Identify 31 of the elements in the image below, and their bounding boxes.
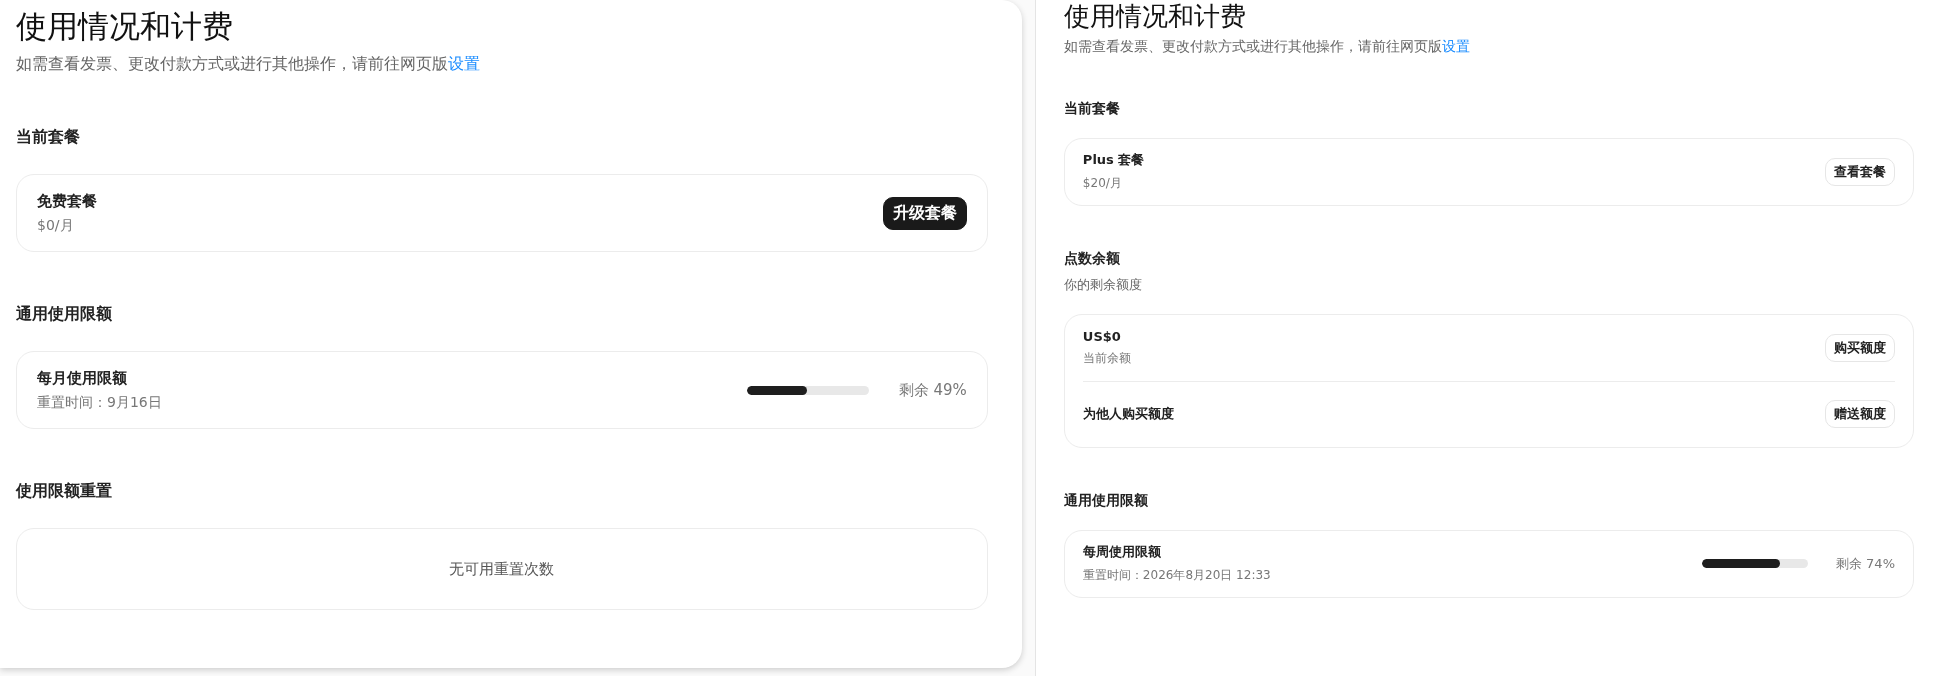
section-description: 你的剩余额度 (1063, 275, 1143, 294)
settings-link[interactable]: 设置 (1441, 37, 1470, 54)
section-heading: 当前套餐 (1063, 99, 1121, 118)
row-detail: 重置时间：2026年8月20日 12:33 (1082, 567, 1271, 585)
action-button[interactable]: 购买额度 (1825, 333, 1895, 362)
action-button[interactable]: 查看套餐 (1825, 157, 1895, 186)
action-button[interactable]: 升级套餐 (882, 196, 967, 230)
action-button[interactable]: 赠送额度 (1825, 400, 1895, 429)
row-detail: 当前余额 (1082, 349, 1131, 367)
row-title: 每周使用限额 (1082, 543, 1162, 562)
section-heading: 通用使用限额 (1063, 491, 1149, 510)
row-title: 每月使用限额 (37, 368, 128, 388)
page-title: 使用情况和计费 (16, 7, 234, 46)
row-title: 为他人购买额度 (1082, 405, 1174, 424)
row-detail: $20/月 (1082, 175, 1123, 193)
section-heading: 使用限额重置 (16, 481, 113, 503)
row-title: US$0 (1082, 328, 1122, 344)
page-title: 使用情况和计费 (1063, 0, 1247, 33)
notice-text: 无可用重置次数 (449, 560, 555, 579)
row-detail: $0/月 (37, 216, 75, 235)
section-heading: 通用使用限额 (16, 304, 113, 326)
row-title: Plus 套餐 (1082, 151, 1145, 170)
page-subtitle: 如需查看发票、更改付款方式或进行其他操作，请前往网页版设置 (1063, 37, 1471, 56)
section-heading: 点数余额 (1063, 249, 1121, 268)
settings-link[interactable]: 设置 (448, 54, 480, 74)
remaining-reading: 剩余 74% (1835, 554, 1895, 573)
row-detail: 重置时间：9月16日 (37, 393, 162, 412)
remaining-reading: 剩余 49% (898, 380, 967, 400)
section-heading: 当前套餐 (16, 127, 81, 149)
row-title: 免费套餐 (37, 191, 97, 211)
page-subtitle: 如需查看发票、更改付款方式或进行其他操作，请前往网页版设置 (16, 54, 481, 76)
